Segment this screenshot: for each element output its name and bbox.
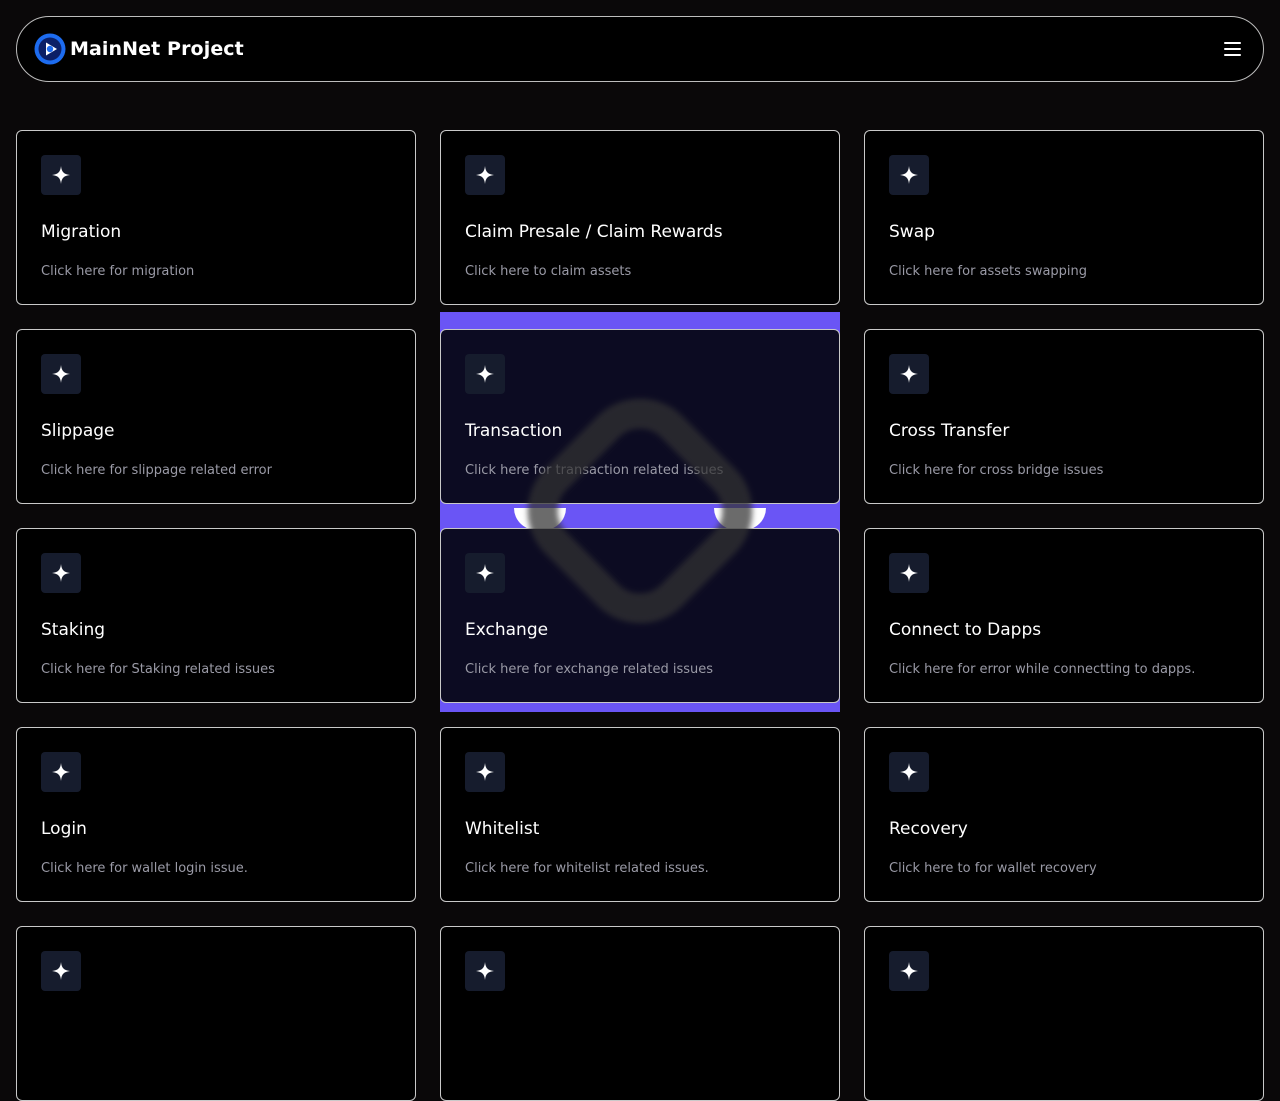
card-whitelist[interactable]: Whitelist Click here for whitelist relate… bbox=[440, 727, 840, 902]
card-icon-tile bbox=[465, 354, 505, 394]
support-cards-grid: Migration Click here for migration Claim P… bbox=[16, 130, 1264, 1101]
card-transaction[interactable]: Transaction Click here for transaction re… bbox=[440, 329, 840, 504]
card-cross-transfer[interactable]: Cross Transfer Click here for cross bridg… bbox=[864, 329, 1264, 504]
card-description: Click here for exchange related issues bbox=[465, 662, 714, 677]
card-description: Click here to for wallet recovery bbox=[889, 861, 1097, 876]
card-title: Whitelist bbox=[465, 819, 540, 839]
sparkle-icon bbox=[476, 962, 494, 980]
card-icon-tile bbox=[465, 553, 505, 593]
card-title: Recovery bbox=[889, 819, 968, 839]
card-icon-tile bbox=[889, 553, 929, 593]
hamburger-menu-icon[interactable] bbox=[1222, 38, 1244, 60]
sparkle-icon bbox=[52, 763, 70, 781]
sparkle-icon bbox=[476, 564, 494, 582]
card-item-14[interactable] bbox=[440, 926, 840, 1101]
card-title: Staking bbox=[41, 620, 106, 640]
card-title: Login bbox=[41, 819, 87, 839]
card-connect-to-dapps[interactable]: Connect to Dapps Click here for error whi… bbox=[864, 528, 1264, 703]
play-circle-logo-icon[interactable] bbox=[34, 33, 66, 65]
sparkle-icon bbox=[900, 365, 918, 383]
sparkle-icon bbox=[476, 365, 494, 383]
card-item-13[interactable] bbox=[16, 926, 416, 1101]
card-icon-tile bbox=[41, 354, 81, 394]
card-staking[interactable]: Staking Click here for Staking related is… bbox=[16, 528, 416, 703]
sparkle-icon bbox=[900, 564, 918, 582]
sparkle-icon bbox=[900, 962, 918, 980]
card-item-15[interactable] bbox=[864, 926, 1264, 1101]
sparkle-icon bbox=[52, 962, 70, 980]
card-swap[interactable]: Swap Click here for assets swapping bbox=[864, 130, 1264, 305]
card-claim-presale-claim-rewards[interactable]: Claim Presale / Claim Rewards Click here … bbox=[440, 130, 840, 305]
card-icon-tile bbox=[889, 951, 929, 991]
card-icon-tile bbox=[889, 354, 929, 394]
sparkle-icon bbox=[52, 166, 70, 184]
card-exchange[interactable]: Exchange Click here for exchange related … bbox=[440, 528, 840, 703]
card-icon-tile bbox=[41, 951, 81, 991]
sparkle-icon bbox=[476, 166, 494, 184]
card-title: Migration bbox=[41, 222, 122, 242]
card-login[interactable]: Login Click here for wallet login issue. bbox=[16, 727, 416, 902]
card-title: Claim Presale / Claim Rewards bbox=[465, 222, 723, 242]
card-icon-tile bbox=[465, 752, 505, 792]
sparkle-icon bbox=[52, 365, 70, 383]
card-icon-tile bbox=[889, 752, 929, 792]
card-description: Click here for cross bridge issues bbox=[889, 463, 1104, 478]
card-description: Click here for assets swapping bbox=[889, 264, 1088, 279]
card-slippage[interactable]: Slippage Click here for slippage related … bbox=[16, 329, 416, 504]
card-title: Connect to Dapps bbox=[889, 620, 1042, 640]
sparkle-icon bbox=[52, 564, 70, 582]
sparkle-icon bbox=[476, 763, 494, 781]
card-icon-tile bbox=[889, 155, 929, 195]
card-icon-tile bbox=[465, 155, 505, 195]
card-description: Click here for transaction related issue… bbox=[465, 463, 724, 478]
card-title: Swap bbox=[889, 222, 935, 242]
card-icon-tile bbox=[41, 752, 81, 792]
card-description: Click here for slippage related error bbox=[41, 463, 272, 478]
brand-name[interactable]: MainNet Project bbox=[70, 37, 244, 61]
card-title: Slippage bbox=[41, 421, 115, 441]
card-icon-tile bbox=[41, 553, 81, 593]
card-description: Click here to claim assets bbox=[465, 264, 632, 279]
sparkle-icon bbox=[900, 166, 918, 184]
card-title: Cross Transfer bbox=[889, 421, 1010, 441]
card-icon-tile bbox=[41, 155, 81, 195]
top-navbar: MainNet Project bbox=[16, 16, 1264, 82]
card-recovery[interactable]: Recovery Click here to for wallet recover… bbox=[864, 727, 1264, 902]
sparkle-icon bbox=[900, 763, 918, 781]
card-description: Click here for Staking related issues bbox=[41, 662, 275, 677]
card-description: Click here for error while connectting t… bbox=[889, 662, 1196, 677]
card-icon-tile bbox=[465, 951, 505, 991]
card-title: Exchange bbox=[465, 620, 549, 640]
card-description: Click here for wallet login issue. bbox=[41, 861, 248, 876]
card-description: Click here for migration bbox=[41, 264, 195, 279]
card-description: Click here for whitelist related issues. bbox=[465, 861, 709, 876]
card-migration[interactable]: Migration Click here for migration bbox=[16, 130, 416, 305]
card-title: Transaction bbox=[465, 421, 563, 441]
